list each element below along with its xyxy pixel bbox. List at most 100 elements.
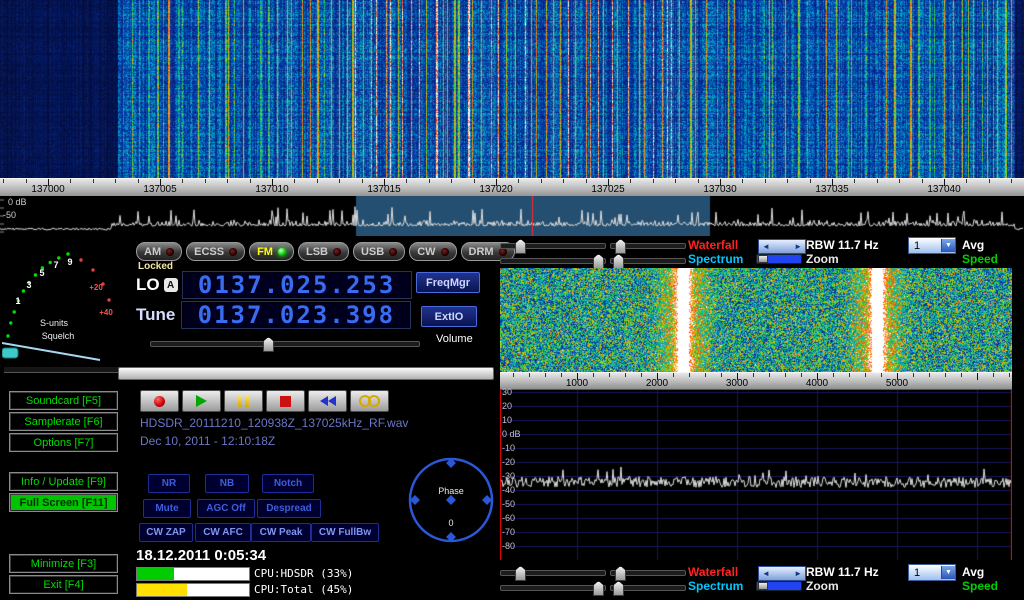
spin-right-icon[interactable]: ► — [794, 242, 802, 251]
mode-label: ECSS — [194, 246, 224, 258]
scale-tick — [785, 373, 786, 377]
waterfall-shift-spinner[interactable]: ◄ ► — [758, 566, 806, 581]
tune-frequency-display[interactable]: 0137.023.398 — [181, 301, 411, 329]
squelch-knob[interactable] — [2, 348, 18, 358]
slider-thumb[interactable] — [593, 254, 604, 269]
spectrum-lower-slider[interactable] — [610, 258, 686, 264]
waterfall-label[interactable]: Waterfall — [688, 565, 738, 579]
s-meter[interactable]: 1 3 5 7 9 +20 +40 S-units Squelch — [2, 240, 130, 362]
samplerate-button[interactable]: Samplerate [F6] — [9, 412, 118, 431]
record-button[interactable] — [140, 390, 179, 412]
mode-button-ecss[interactable]: ECSS — [186, 242, 245, 261]
soundcard-button[interactable]: Soundcard [F5] — [9, 391, 118, 410]
slider-thumb[interactable] — [593, 581, 604, 596]
scale-tick — [586, 179, 587, 183]
scale-tick — [115, 179, 116, 183]
scale-tick — [641, 373, 642, 377]
options-button[interactable]: Options [F7] — [9, 433, 118, 452]
stop-button[interactable] — [266, 390, 305, 412]
volume-slider[interactable] — [150, 341, 420, 347]
waterfall-upper-slider[interactable] — [500, 570, 606, 576]
mode-button-am[interactable]: AM — [136, 242, 182, 261]
spectrum-db-bottom-label: -50 — [3, 210, 16, 220]
main-waterfall-display[interactable] — [0, 0, 1024, 178]
nb-button[interactable]: NB — [205, 474, 249, 493]
spectrum-upper-slider[interactable] — [500, 585, 606, 591]
scale-tick — [630, 179, 631, 183]
spectrum-label[interactable]: Spectrum — [688, 579, 743, 593]
avg-dropdown[interactable]: 1 ▼ — [908, 564, 956, 581]
agc-button[interactable]: AGC Off — [197, 499, 255, 518]
zoom-slider-thumb[interactable] — [758, 255, 768, 263]
mode-button-usb[interactable]: USB — [353, 242, 405, 261]
slider-thumb[interactable] — [615, 566, 626, 581]
lock-badge-icon[interactable]: A — [164, 278, 178, 292]
waterfall-lower-slider[interactable] — [610, 570, 686, 576]
audio-waterfall-display[interactable] — [500, 268, 1012, 372]
spectrum-label[interactable]: Spectrum — [688, 252, 743, 266]
spin-right-icon[interactable]: ► — [794, 569, 802, 578]
fullscreen-button[interactable]: Full Screen [F11] — [9, 493, 118, 512]
info-update-button[interactable]: Info / Update [F9] — [9, 472, 118, 491]
scale-tick — [529, 373, 530, 377]
dropdown-arrow-icon[interactable]: ▼ — [941, 239, 955, 252]
waterfall-upper-slider[interactable] — [500, 243, 606, 249]
play-button[interactable] — [182, 390, 221, 412]
loop-button[interactable] — [350, 390, 389, 412]
cw-peak-button[interactable]: CW Peak — [251, 523, 311, 542]
scale-tick — [1009, 373, 1010, 377]
main-spectrum-display[interactable] — [0, 196, 1024, 236]
spectrum-lower-slider[interactable] — [610, 585, 686, 591]
spin-left-icon[interactable]: ◄ — [762, 242, 770, 251]
slider-thumb[interactable] — [515, 566, 526, 581]
audio-spectrum-display[interactable] — [500, 390, 1012, 560]
freqmgr-button[interactable]: FreqMgr — [416, 272, 480, 293]
slider-thumb[interactable] — [613, 254, 624, 269]
rewind-button[interactable] — [308, 390, 347, 412]
cw-zap-button[interactable]: CW ZAP — [139, 523, 193, 542]
waterfall-label[interactable]: Waterfall — [688, 238, 738, 252]
cw-fullbw-button[interactable]: CW FullBw — [311, 523, 379, 542]
squelch-slider-track[interactable] — [4, 366, 128, 373]
spin-left-icon[interactable]: ◄ — [762, 569, 770, 578]
cw-afc-button[interactable]: CW AFC — [195, 523, 251, 542]
zoom-slider-thumb[interactable] — [758, 582, 768, 590]
exit-button[interactable]: Exit [F4] — [9, 575, 118, 594]
despread-button[interactable]: Despread — [257, 499, 321, 518]
mode-button-lsb[interactable]: LSB — [298, 242, 349, 261]
dropdown-arrow-icon[interactable]: ▼ — [941, 566, 955, 579]
s-meter-red-arc — [79, 258, 110, 301]
minimize-button[interactable]: Minimize [F3] — [9, 554, 118, 573]
slider-thumb[interactable] — [615, 239, 626, 254]
slider-thumb[interactable] — [515, 239, 526, 254]
notch-button[interactable]: Notch — [262, 474, 314, 493]
frequency-scale[interactable]: 137000 137005 137010 137015 137020 13702… — [0, 178, 1024, 198]
lo-row: LO A 0137.025.253 — [136, 271, 412, 299]
extio-button[interactable]: ExtIO — [421, 306, 477, 327]
scale-tick — [608, 179, 609, 186]
scale-tick — [93, 179, 94, 183]
waterfall-shift-spinner[interactable]: ◄ ► — [758, 239, 806, 254]
scale-tick — [205, 179, 206, 183]
waterfall-lower-slider[interactable] — [610, 243, 686, 249]
spectrum-upper-slider[interactable] — [500, 258, 606, 264]
display-controls-bottom: Waterfall ◄ ► RBW 11.7 Hz 1 ▼ Avg Spectr… — [498, 564, 1024, 594]
scale-tick — [899, 179, 900, 183]
phase-dial[interactable]: Phase 0 — [406, 454, 496, 546]
audio-frequency-scale[interactable]: 1000 2000 3000 4000 5000 — [500, 372, 1012, 390]
scale-tick — [742, 179, 743, 183]
nr-button[interactable]: NR — [148, 474, 190, 493]
mode-button-cw[interactable]: CW — [409, 242, 456, 261]
mode-button-fm[interactable]: FM — [249, 242, 294, 261]
pause-button[interactable] — [224, 390, 263, 412]
zoom-slider[interactable] — [756, 581, 802, 591]
tuning-bar[interactable] — [118, 367, 494, 380]
scale-tick — [26, 179, 27, 183]
mute-button[interactable]: Mute — [143, 499, 191, 518]
avg-dropdown[interactable]: 1 ▼ — [908, 237, 956, 254]
lo-frequency-display[interactable]: 0137.025.253 — [182, 271, 412, 299]
volume-slider-thumb[interactable] — [263, 337, 274, 352]
scale-tick — [881, 373, 882, 377]
slider-thumb[interactable] — [613, 581, 624, 596]
zoom-slider[interactable] — [756, 254, 802, 264]
